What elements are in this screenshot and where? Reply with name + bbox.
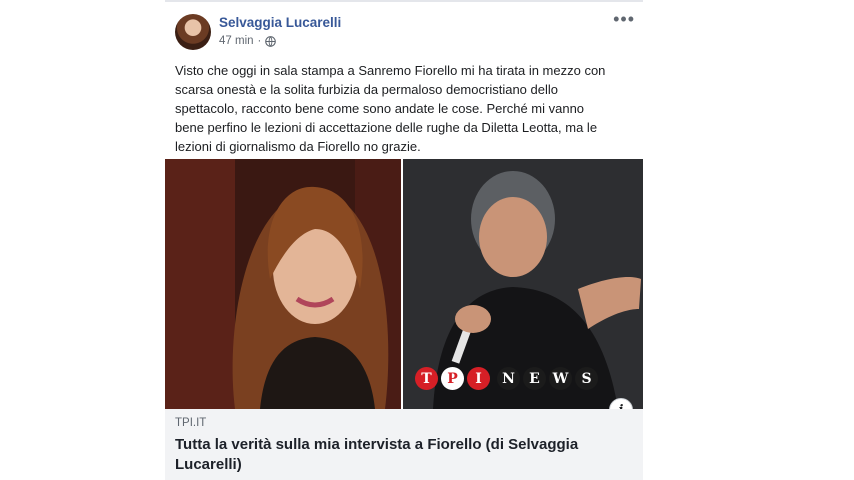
photo-man: T P I N E W S	[403, 159, 643, 409]
link-domain: TPI.IT	[175, 417, 207, 429]
meta-separator: ·	[257, 35, 262, 47]
news-label: N E W S	[497, 367, 598, 390]
logo-letter: T	[415, 367, 438, 390]
link-title[interactable]: Tutta la verità sulla mia intervista a F…	[175, 435, 633, 475]
post-text-line: spettacolo, racconto bene come sono anda…	[175, 101, 585, 116]
logo-letter: W	[549, 367, 572, 390]
post-meta: 47 min ·	[219, 35, 277, 47]
post-text-line: Visto che oggi in sala stampa a Sanremo …	[175, 63, 606, 78]
logo-letter: I	[467, 367, 490, 390]
link-title-line: Lucarelli)	[175, 456, 242, 473]
logo-letter: E	[523, 367, 546, 390]
link-title-line: Tutta la verità sulla mia intervista a F…	[175, 436, 579, 453]
post-time[interactable]: 47 min	[219, 35, 254, 47]
author-avatar[interactable]	[175, 14, 211, 50]
globe-icon[interactable]	[265, 35, 277, 47]
link-preview[interactable]: TPI.IT Tutta la verità sulla mia intervi…	[165, 409, 643, 480]
post-top-border	[165, 0, 643, 2]
post-text: Visto che oggi in sala stampa a Sanremo …	[175, 61, 637, 156]
post-text-line: bene perfino le lezioni di accettazione …	[175, 120, 598, 135]
logo-letter: P	[441, 367, 464, 390]
author-name[interactable]: Selvaggia Lucarelli	[219, 15, 341, 30]
post-text-line: lezioni di giornalismo da Fiorello no gr…	[175, 139, 421, 154]
more-options-icon[interactable]: •••	[613, 9, 635, 30]
logo-letter: S	[575, 367, 598, 390]
logo-letter: N	[497, 367, 520, 390]
tpi-news-logo: T P I N E W S	[415, 367, 598, 390]
post-text-line: scarsa onestà e la solita furbizia da pe…	[175, 82, 558, 97]
link-preview-image[interactable]: T P I N E W S	[165, 159, 643, 409]
facebook-post: Selvaggia Lucarelli 47 min · ••• Visto c…	[165, 0, 643, 480]
photo-woman	[165, 159, 402, 409]
